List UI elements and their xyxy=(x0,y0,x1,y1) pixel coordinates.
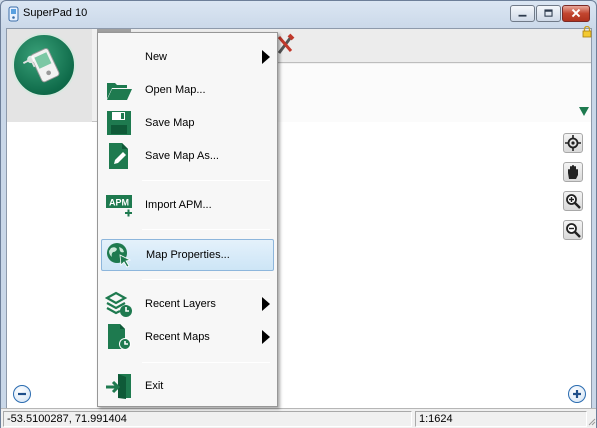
logo-button[interactable] xyxy=(7,29,92,122)
scale-readout: 1:1624 xyxy=(415,411,587,427)
menu-item-label: New xyxy=(145,51,168,63)
tools-icon[interactable] xyxy=(275,31,297,57)
plus-circle-icon xyxy=(573,390,581,398)
lock-icon[interactable] xyxy=(582,26,592,38)
status-bar: -53.5100287, 71.991404 1:1624 xyxy=(1,408,596,428)
minimize-button[interactable] xyxy=(510,5,535,22)
maximize-icon xyxy=(544,9,553,17)
menu-item-label: Recent Layers xyxy=(145,298,216,310)
menu-item-label: Save Map xyxy=(145,117,195,129)
menu-item-save-map-as[interactable]: Save Map As... xyxy=(101,140,274,172)
floppy-disk-icon xyxy=(107,111,131,135)
menu-item-label: Map Properties... xyxy=(146,249,230,261)
svg-text:APM: APM xyxy=(109,198,129,208)
toolbar-area xyxy=(7,26,592,122)
client-area xyxy=(6,26,592,410)
menu-item-label: Import APM... xyxy=(145,199,212,211)
gps-handheld-logo xyxy=(12,33,76,97)
hand-pan-icon xyxy=(568,165,578,179)
submenu-arrow-icon xyxy=(262,50,270,64)
minus-circle-icon xyxy=(18,392,26,396)
minimize-icon xyxy=(518,14,527,17)
map-canvas[interactable] xyxy=(7,123,591,410)
menu-item-recent-layers[interactable]: Recent Layers xyxy=(101,288,274,320)
menu-item-new[interactable]: New xyxy=(101,41,274,73)
locate-crosshair-icon xyxy=(565,135,581,151)
pan-button[interactable] xyxy=(563,162,583,182)
menu-item-label: Exit xyxy=(145,380,164,392)
exit-door-icon xyxy=(106,374,131,399)
app-window: SuperPad 10 -53.5100287, 71.991404 1:162… xyxy=(0,0,597,428)
resize-grip-icon[interactable] xyxy=(587,417,596,426)
window-title: SuperPad 10 xyxy=(23,7,88,19)
menu-separator xyxy=(142,279,270,280)
recent-maps-icon xyxy=(108,324,131,350)
menu-item-label: Open Map... xyxy=(145,84,206,96)
menu-item-map-properties[interactable]: Map Properties... xyxy=(101,239,274,271)
zoom-plus-button[interactable] xyxy=(568,385,586,403)
zoom-out-icon xyxy=(566,223,581,238)
menu-separator xyxy=(142,229,270,230)
zoom-minus-button[interactable] xyxy=(13,385,31,403)
globe-pointer-icon xyxy=(107,243,132,268)
menu-item-label: Recent Maps xyxy=(145,331,210,343)
menu-item-label: Save Map As... xyxy=(145,150,219,162)
menu-item-save-map[interactable]: Save Map xyxy=(101,107,274,139)
dropdown-arrow-icon[interactable] xyxy=(579,107,589,116)
superpad-app-icon xyxy=(8,6,19,22)
locate-button[interactable] xyxy=(563,133,583,153)
title-bar[interactable]: SuperPad 10 xyxy=(1,1,596,27)
menu-item-exit[interactable]: Exit xyxy=(101,370,274,402)
menu-separator xyxy=(142,180,270,181)
zoom-in-button[interactable] xyxy=(563,191,583,211)
folder-open-icon xyxy=(107,83,132,100)
menu-item-recent-maps[interactable]: Recent Maps xyxy=(101,321,274,353)
menu-item-open-map[interactable]: Open Map... xyxy=(101,74,274,106)
save-as-icon xyxy=(109,143,128,169)
zoom-out-button[interactable] xyxy=(563,220,583,240)
submenu-arrow-icon xyxy=(262,297,270,311)
menu-item-import-apm[interactable]: APM Import APM... xyxy=(101,189,274,221)
close-icon xyxy=(571,8,581,18)
zoom-in-icon xyxy=(566,194,581,209)
submenu-arrow-icon xyxy=(262,330,270,344)
import-apm-icon: APM xyxy=(106,195,132,217)
recent-layers-icon xyxy=(105,291,132,317)
close-button[interactable] xyxy=(562,5,590,22)
menu-separator xyxy=(142,362,270,363)
coordinates-readout: -53.5100287, 71.991404 xyxy=(3,411,412,427)
maximize-button[interactable] xyxy=(536,5,561,22)
file-menu: New Open Map... Save Map Save Map As... … xyxy=(97,32,278,407)
